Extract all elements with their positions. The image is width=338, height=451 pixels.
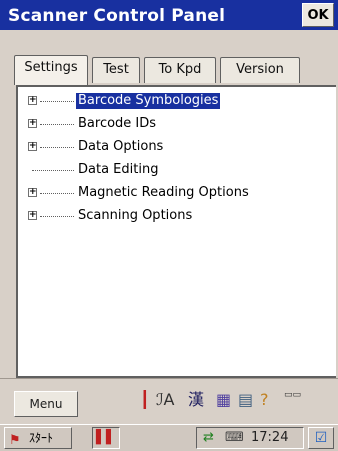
tab-settings[interactable]: Settings [14,55,88,85]
settings-tree[interactable]: + Barcode Symbologies + Barcode IDs + Da… [16,85,336,378]
expand-icon[interactable]: + [28,142,37,151]
tree-item-scanning-options[interactable]: + Scanning Options [18,206,336,228]
expand-icon[interactable]: + [28,188,37,197]
tree-connector [40,193,74,194]
notebook-icon[interactable]: ▦ [216,390,231,410]
tab-version[interactable]: Version [220,57,300,83]
keyboard-icon[interactable]: ⌨ [225,428,244,448]
tree-item-data-editing[interactable]: Data Editing [18,160,336,182]
desktop-icon[interactable]: ☑ [308,427,334,449]
tree-item-label[interactable]: Data Options [76,139,165,155]
tree-connector [40,124,74,125]
kanji-icon[interactable]: 漢 [188,390,204,410]
start-label: ｽﾀｰﾄ [29,431,54,445]
expand-icon[interactable]: + [28,119,37,128]
grid-icon[interactable]: ▤ [238,390,253,410]
windows-flag-icon: ⚑ [9,433,21,448]
tree-item-magnetic-reading-options[interactable]: + Magnetic Reading Options [18,183,336,205]
taskbar: ⚑ ｽﾀｰﾄ ▌▌ ⇄ ⌨ 17:24 ☑ [0,424,338,451]
tree-connector [40,101,74,102]
start-button[interactable]: ⚑ ｽﾀｰﾄ [4,427,72,449]
tree-item-barcode-symbologies[interactable]: + Barcode Symbologies [18,91,336,113]
card-icon[interactable]: ▭▭ [284,390,301,400]
expand-icon[interactable]: + [28,211,37,220]
input-marker-icon[interactable]: ┃ [140,390,150,410]
tree-item-data-options[interactable]: + Data Options [18,137,336,159]
expand-icon[interactable]: + [28,96,37,105]
tree-item-label[interactable]: Scanning Options [76,208,194,224]
tree-connector [40,147,74,148]
menu-button[interactable]: Menu [14,391,78,417]
ok-button[interactable]: OK [302,3,334,27]
tree-connector [32,170,74,171]
tree-item-label[interactable]: Data Editing [76,162,160,178]
tree-item-barcode-ids[interactable]: + Barcode IDs [18,114,336,136]
clock[interactable]: 17:24 [251,428,288,448]
tab-to-kpd[interactable]: To Kpd [144,57,216,83]
help-icon[interactable]: ? [260,390,269,410]
tree-item-label[interactable]: Magnetic Reading Options [76,185,251,201]
tree-connector [40,216,74,217]
window-title: Scanner Control Panel [8,6,226,26]
bottom-toolbar: Menu ┃ ℐA 漢 ▦ ▤ ? ▭▭ [0,378,338,425]
tree-item-label[interactable]: Barcode IDs [76,116,158,132]
tab-test[interactable]: Test [92,57,140,83]
system-tray: ⇄ ⌨ 17:24 [196,427,304,449]
title-bar: Scanner Control Panel OK [0,0,338,30]
font-a-icon[interactable]: ℐA [156,390,174,410]
scanner-app-icon[interactable]: ▌▌ [92,427,120,449]
network-icon[interactable]: ⇄ [203,428,214,448]
tree-item-label[interactable]: Barcode Symbologies [76,93,221,109]
